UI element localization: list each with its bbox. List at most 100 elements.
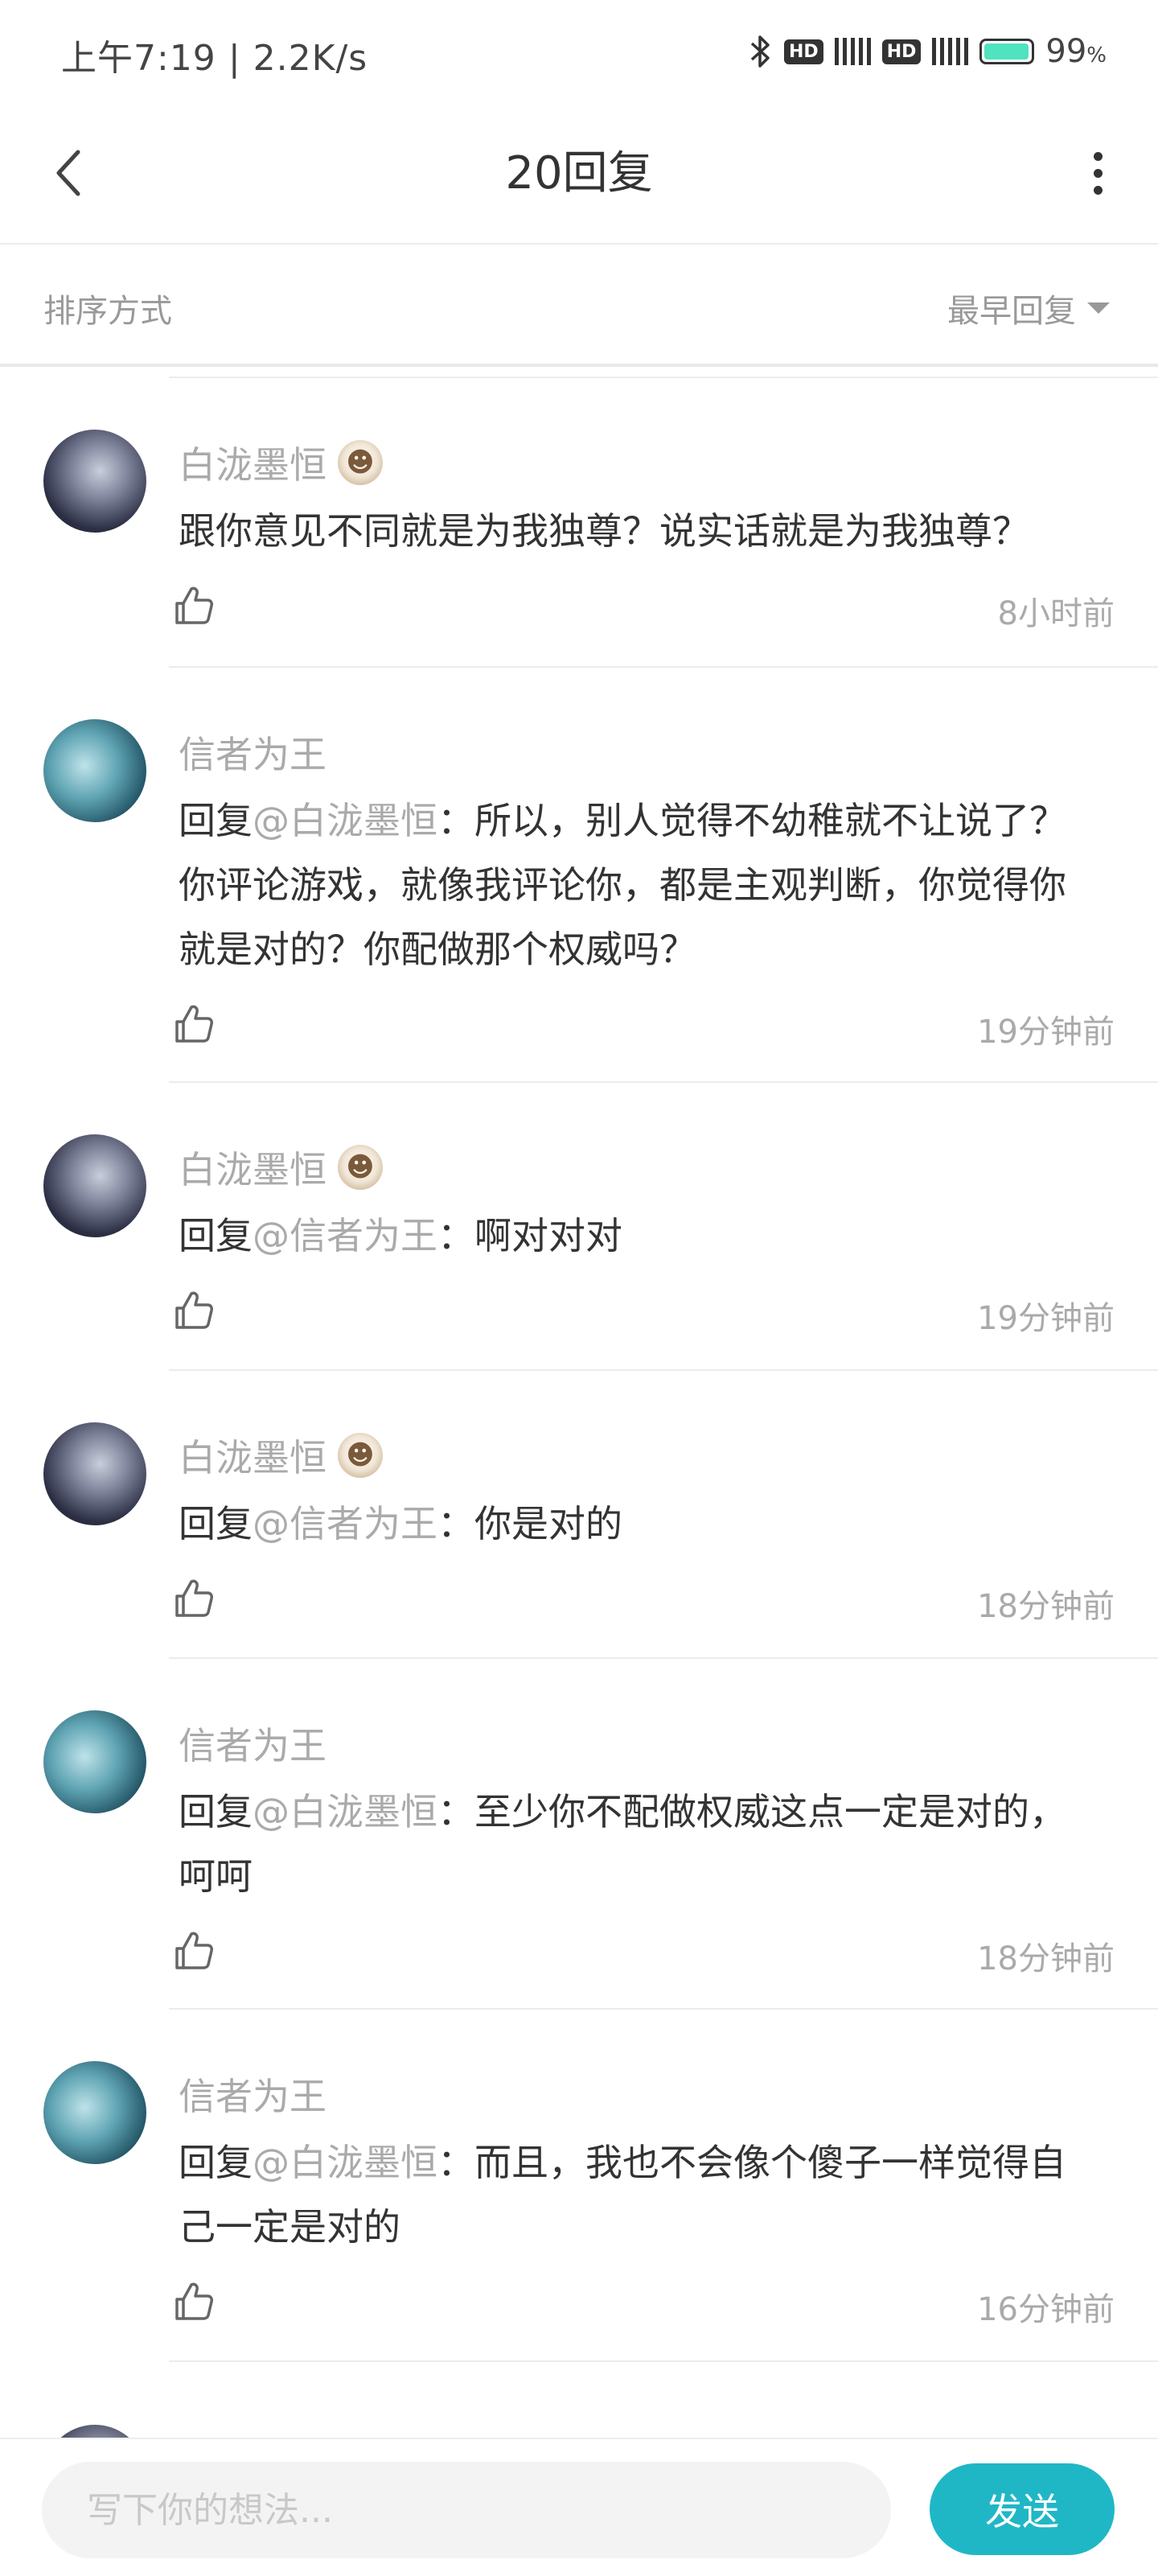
thumbs-up-icon xyxy=(170,1932,216,1976)
more-dot-icon xyxy=(1093,151,1103,161)
comment-text: 回复@信者为王：啊对对对 xyxy=(179,1204,1102,1268)
avatar[interactable] xyxy=(43,1422,146,1525)
avatar[interactable] xyxy=(43,719,146,822)
comment-author-row: 白泷墨恒 ☻ xyxy=(179,1141,383,1194)
comment-time: 18分钟前 xyxy=(977,1588,1115,1625)
mention-link[interactable]: @白泷墨恒 xyxy=(253,1790,437,1833)
like-button[interactable] xyxy=(170,1575,216,1620)
mention-link[interactable]: @信者为王 xyxy=(253,1214,437,1257)
comment-text: 跟你意见不同就是为我独尊？说实话就是为我独尊？ xyxy=(179,499,1102,563)
divider xyxy=(169,2360,1158,2362)
comment-author[interactable]: 白泷墨恒 xyxy=(179,436,326,489)
battery-fill xyxy=(984,43,1029,60)
mention-link[interactable]: @白泷墨恒 xyxy=(253,2141,437,2184)
comment-text: 回复@白泷墨恒：而且，我也不会像个傻子一样觉得自己一定是对的 xyxy=(179,2130,1102,2259)
sort-bar: 排序方式 最早回复 xyxy=(0,245,1158,367)
reply-prefix: 回复 xyxy=(179,1214,253,1257)
sort-dropdown[interactable]: 最早回复 xyxy=(947,285,1110,331)
comment-body: 跟你意见不同就是为我独尊？说实话就是为我独尊？ xyxy=(179,509,1029,553)
comment-item[interactable]: 信者为王回复@白泷墨恒：所以，别人觉得不幼稚就不让说了？你评论游戏，就像我评论你… xyxy=(0,668,1158,1083)
comment-author[interactable]: 白泷墨恒 xyxy=(179,1429,326,1482)
comment-author[interactable]: 信者为王 xyxy=(179,2068,326,2121)
page-title: 20回复 xyxy=(505,147,653,200)
comment-text: 回复@白泷墨恒：至少你不配做权威这点一定是对的，呵呵 xyxy=(179,1780,1102,1908)
user-badge-icon: ☻ xyxy=(338,440,383,485)
sort-label: 排序方式 xyxy=(43,293,172,330)
avatar[interactable] xyxy=(43,2061,146,2164)
reply-input-bar: 发送 xyxy=(0,2438,1158,2576)
comment-author-row: 白泷墨恒 ☻ xyxy=(179,436,383,489)
comment-body: 啊对对对 xyxy=(474,1214,622,1257)
status-time-speed: 上午7:19 | 2.2K/s xyxy=(61,29,368,80)
comment-text: 回复@信者为王：你是对的 xyxy=(179,1492,1102,1556)
thumbs-up-icon xyxy=(170,1291,216,1335)
user-badge-icon: ☻ xyxy=(338,1433,383,1478)
thumbs-up-icon xyxy=(170,2282,216,2327)
status-icons: HD HD 99% xyxy=(749,27,1107,76)
like-button[interactable] xyxy=(170,1001,216,1046)
like-button[interactable] xyxy=(170,582,216,628)
comment-author-row: 白泷墨恒 ☻ xyxy=(179,1429,383,1482)
thumbs-up-icon xyxy=(170,1579,216,1623)
battery-percent: 99% xyxy=(1045,33,1107,70)
comment-author[interactable]: 信者为王 xyxy=(179,1717,326,1770)
app-header: 20回复 xyxy=(0,105,1158,245)
comment-author[interactable]: 信者为王 xyxy=(179,726,326,779)
comment-author-row: 信者为王 xyxy=(179,726,326,779)
reply-prefix: 回复 xyxy=(179,2141,253,2184)
status-bar: 上午7:19 | 2.2K/s HD HD 99% xyxy=(0,0,1158,105)
reply-prefix: 回复 xyxy=(179,1790,253,1833)
comment-item[interactable]: 白泷墨恒 ☻ 跟你意见不同就是为我独尊？说实话就是为我独尊？ 8小时前 xyxy=(0,378,1158,668)
comment-item[interactable]: 信者为王回复@白泷墨恒：至少你不配做权威这点一定是对的，呵呵 18分钟前 xyxy=(0,1659,1158,2010)
comment-author-row: 信者为王 xyxy=(179,1717,326,1770)
comment-text: 回复@白泷墨恒：所以，别人觉得不幼稚就不让说了？你评论游戏，就像我评论你，都是主… xyxy=(179,788,1102,981)
comment-item[interactable]: 信者为王回复@白泷墨恒：而且，我也不会像个傻子一样觉得自己一定是对的 16分钟前 xyxy=(0,2010,1158,2362)
comment-time: 18分钟前 xyxy=(977,1940,1115,1977)
next-comment-peek xyxy=(0,2409,1158,2438)
avatar[interactable] xyxy=(43,1134,146,1237)
more-options-button[interactable] xyxy=(1070,137,1126,209)
caret-down-icon xyxy=(1087,302,1110,314)
send-button[interactable]: 发送 xyxy=(930,2463,1115,2555)
comment-time: 16分钟前 xyxy=(977,2291,1115,2328)
status-separator: | xyxy=(228,38,253,79)
comment-author-row: 信者为王 xyxy=(179,2068,326,2121)
mention-link[interactable]: @信者为王 xyxy=(253,1502,437,1545)
reply-separator: ： xyxy=(437,1214,474,1257)
hd-icon: HD xyxy=(881,39,922,64)
reply-input[interactable] xyxy=(42,2462,891,2558)
like-button[interactable] xyxy=(170,1287,216,1332)
more-dot-icon xyxy=(1093,185,1103,195)
network-speed: 2.2K/s xyxy=(253,38,368,79)
comment-time: 8小时前 xyxy=(997,595,1115,632)
reply-separator: ： xyxy=(437,799,474,842)
user-badge-icon: ☻ xyxy=(338,1145,383,1190)
reply-prefix: 回复 xyxy=(179,1502,253,1545)
reply-separator: ： xyxy=(437,1790,474,1833)
like-button[interactable] xyxy=(170,2278,216,2323)
signal-icon xyxy=(932,38,969,65)
like-button[interactable] xyxy=(170,1928,216,1973)
mention-link[interactable]: @白泷墨恒 xyxy=(253,799,437,842)
reply-separator: ： xyxy=(437,2141,474,2184)
comment-author[interactable]: 白泷墨恒 xyxy=(179,1141,326,1194)
hd-icon: HD xyxy=(784,39,823,64)
bluetooth-icon xyxy=(750,35,770,68)
thumbs-up-icon xyxy=(170,1005,216,1049)
reply-prefix: 回复 xyxy=(179,799,253,842)
battery-icon xyxy=(979,39,1035,64)
avatar[interactable] xyxy=(43,1710,146,1813)
reply-separator: ： xyxy=(437,1502,474,1545)
comment-item[interactable]: 白泷墨恒 ☻ 回复@信者为王：啊对对对 19分钟前 xyxy=(0,1083,1158,1371)
sort-selected-value: 最早回复 xyxy=(947,293,1076,330)
avatar[interactable] xyxy=(43,2425,146,2438)
thumbs-up-icon xyxy=(170,586,216,631)
avatar[interactable] xyxy=(43,430,146,533)
comment-time: 19分钟前 xyxy=(977,1300,1115,1337)
comment-item[interactable]: 白泷墨恒 ☻ 回复@信者为王：你是对的 18分钟前 xyxy=(0,1371,1158,1659)
comment-body: 你是对的 xyxy=(474,1502,622,1545)
status-time: 上午7:19 xyxy=(61,38,216,79)
comment-time: 19分钟前 xyxy=(977,1014,1115,1051)
more-dot-icon xyxy=(1093,168,1103,178)
signal-icon xyxy=(834,38,871,65)
